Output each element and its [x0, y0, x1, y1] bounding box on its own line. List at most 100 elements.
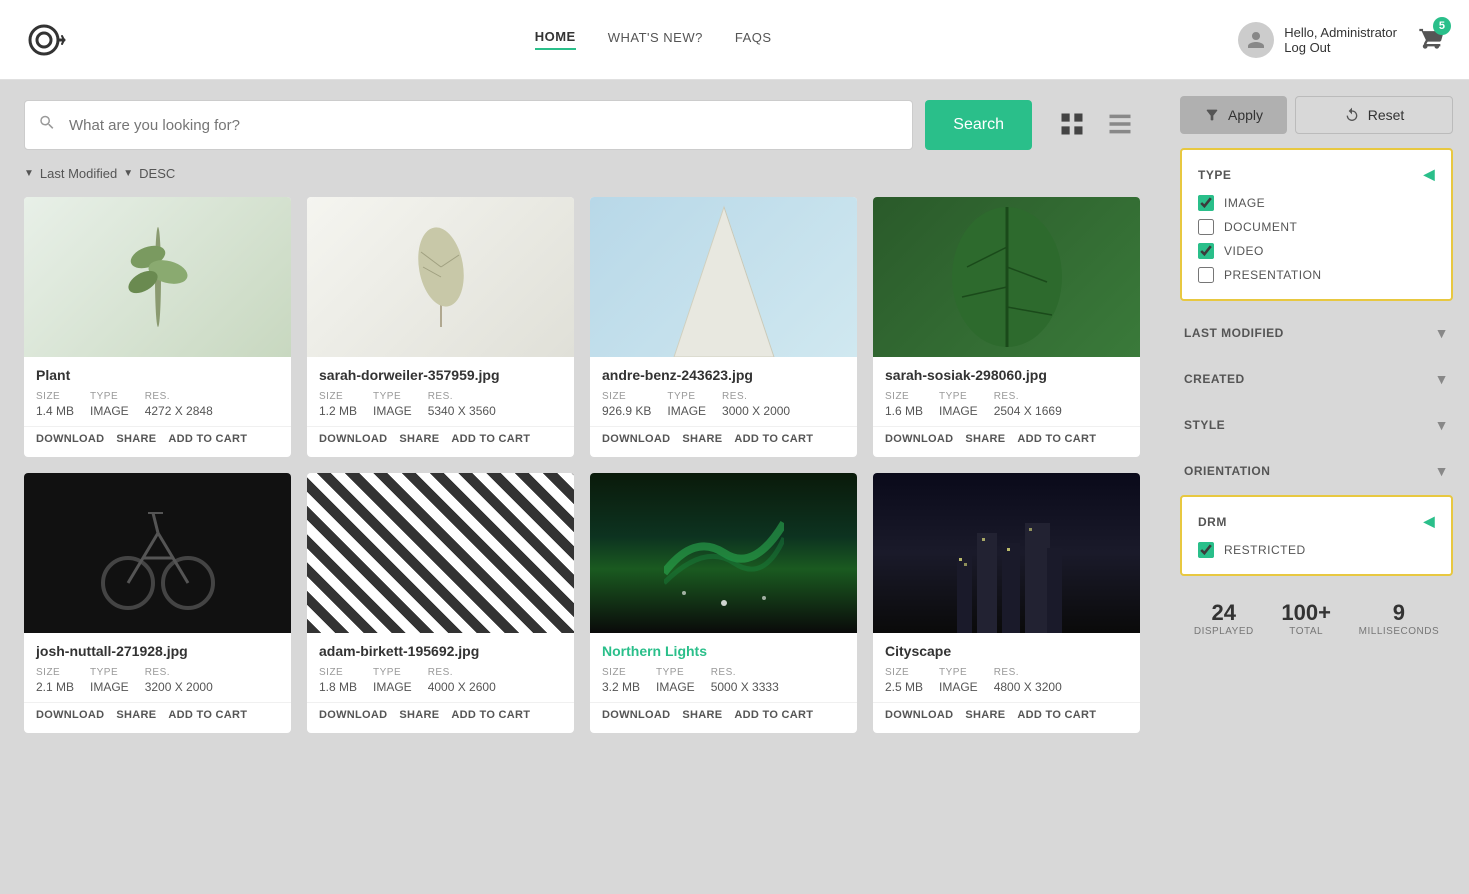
cart-icon[interactable]: 5 [1417, 23, 1445, 56]
share-button[interactable]: SHARE [399, 433, 439, 445]
media-card: andre-benz-243623.jpg SIZE926.9 KB TYPEI… [590, 197, 857, 457]
checkbox-item-document: DOCUMENT [1198, 219, 1435, 235]
media-actions: DOWNLOAD SHARE ADD TO CART [873, 702, 1140, 733]
image-checkbox[interactable] [1198, 195, 1214, 211]
media-actions: DOWNLOAD SHARE ADD TO CART [590, 702, 857, 733]
type-filter-section: TYPE ◀ IMAGE DOCUMENT VIDEO PRESENTATION [1180, 148, 1453, 301]
add-to-cart-button[interactable]: ADD TO CART [451, 433, 530, 445]
nav-faqs[interactable]: FAQS [735, 30, 772, 49]
add-to-cart-button[interactable]: ADD TO CART [734, 433, 813, 445]
checkbox-item-image: IMAGE [1198, 195, 1435, 211]
video-label[interactable]: VIDEO [1224, 244, 1264, 258]
apply-filter-button[interactable]: Apply [1180, 96, 1287, 134]
logo[interactable] [24, 18, 68, 62]
restricted-label[interactable]: Restricted [1224, 543, 1306, 557]
download-button[interactable]: DOWNLOAD [885, 433, 953, 445]
media-thumbnail [307, 197, 574, 357]
search-bar: Search [24, 100, 1140, 150]
search-input[interactable] [24, 100, 913, 150]
logout-link[interactable]: Log Out [1284, 40, 1397, 55]
media-title: andre-benz-243623.jpg [590, 357, 857, 387]
stat-displayed: 24 DISPLAYED [1194, 600, 1254, 637]
media-title: Northern Lights [590, 633, 857, 663]
media-title: sarah-dorweiler-357959.jpg [307, 357, 574, 387]
add-to-cart-button[interactable]: ADD TO CART [451, 709, 530, 721]
checkbox-item-presentation: PRESENTATION [1198, 267, 1435, 283]
media-thumbnail [24, 473, 291, 633]
orientation-filter-section: ORIENTATION ▼ [1180, 449, 1453, 493]
restricted-checkbox[interactable] [1198, 542, 1214, 558]
sort-bar: ▼ Last Modified ▼ DESC [24, 166, 1140, 181]
image-label[interactable]: IMAGE [1224, 196, 1265, 210]
media-thumbnail [307, 473, 574, 633]
search-input-wrap [24, 100, 913, 150]
media-grid: Plant SIZE1.4 MB TYPEIMAGE RES.4272 X 28… [24, 197, 1140, 733]
add-to-cart-button[interactable]: ADD TO CART [168, 709, 247, 721]
sort-field-select[interactable]: Last Modified [40, 166, 117, 181]
download-button[interactable]: DOWNLOAD [36, 433, 104, 445]
media-meta: SIZE926.9 KB TYPEIMAGE RES.3000 X 2000 [590, 387, 857, 426]
media-meta: SIZE1.8 MB TYPEIMAGE RES.4000 X 2600 [307, 663, 574, 702]
media-actions: DOWNLOAD SHARE ADD TO CART [24, 426, 291, 457]
download-button[interactable]: DOWNLOAD [36, 709, 104, 721]
document-label[interactable]: DOCUMENT [1224, 220, 1297, 234]
share-button[interactable]: SHARE [682, 433, 722, 445]
orientation-chevron: ▼ [1435, 463, 1449, 479]
last-modified-chevron: ▼ [1435, 325, 1449, 341]
share-button[interactable]: SHARE [682, 709, 722, 721]
sort-arrow-field: ▼ [24, 168, 34, 179]
checkbox-item-video: VIDEO [1198, 243, 1435, 259]
view-toggles [1052, 104, 1140, 147]
avatar [1238, 22, 1274, 58]
media-card: Plant SIZE1.4 MB TYPEIMAGE RES.4272 X 28… [24, 197, 291, 457]
download-button[interactable]: DOWNLOAD [602, 709, 670, 721]
sort-order-select[interactable]: DESC [139, 166, 175, 181]
share-button[interactable]: SHARE [116, 709, 156, 721]
share-button[interactable]: SHARE [965, 433, 1005, 445]
nav-home[interactable]: HOME [535, 29, 576, 50]
media-meta: SIZE1.4 MB TYPEIMAGE RES.4272 X 2848 [24, 387, 291, 426]
drm-filter-caret: ◀ [1424, 513, 1435, 530]
created-filter-title[interactable]: CREATED ▼ [1184, 371, 1449, 387]
share-button[interactable]: SHARE [399, 709, 439, 721]
search-button[interactable]: Search [925, 100, 1032, 150]
video-checkbox[interactable] [1198, 243, 1214, 259]
add-to-cart-button[interactable]: ADD TO CART [734, 709, 813, 721]
style-filter-title[interactable]: STYLE ▼ [1184, 417, 1449, 433]
list-view-button[interactable] [1100, 104, 1140, 147]
media-actions: DOWNLOAD SHARE ADD TO CART [307, 702, 574, 733]
grid-view-button[interactable] [1052, 104, 1092, 147]
media-title: Plant [24, 357, 291, 387]
reset-filter-button[interactable]: Reset [1295, 96, 1453, 134]
header: HOME WHAT'S NEW? FAQS Hello, Administrat… [0, 0, 1469, 80]
sort-arrow-order: ▼ [123, 168, 133, 179]
orientation-filter-title[interactable]: ORIENTATION ▼ [1184, 463, 1449, 479]
media-meta: SIZE2.5 MB TYPEIMAGE RES.4800 X 3200 [873, 663, 1140, 702]
media-meta: SIZE1.2 MB TYPEIMAGE RES.5340 X 3560 [307, 387, 574, 426]
download-button[interactable]: DOWNLOAD [319, 433, 387, 445]
share-button[interactable]: SHARE [965, 709, 1005, 721]
media-title: adam-birkett-195692.jpg [307, 633, 574, 663]
search-icon [38, 114, 56, 137]
presentation-label[interactable]: PRESENTATION [1224, 268, 1322, 282]
add-to-cart-button[interactable]: ADD TO CART [168, 433, 247, 445]
nav-whats-new[interactable]: WHAT'S NEW? [608, 30, 703, 49]
media-thumbnail [24, 197, 291, 357]
download-button[interactable]: DOWNLOAD [602, 433, 670, 445]
download-button[interactable]: DOWNLOAD [885, 709, 953, 721]
presentation-checkbox[interactable] [1198, 267, 1214, 283]
media-actions: DOWNLOAD SHARE ADD TO CART [873, 426, 1140, 457]
add-to-cart-button[interactable]: ADD TO CART [1017, 709, 1096, 721]
right-sidebar: Apply Reset TYPE ◀ IMAGE DOCUMENT [1164, 80, 1469, 753]
media-meta: SIZE2.1 MB TYPEIMAGE RES.3200 X 2000 [24, 663, 291, 702]
style-filter-section: STYLE ▼ [1180, 403, 1453, 447]
drm-filter-section: DRM ◀ Restricted [1180, 495, 1453, 576]
add-to-cart-button[interactable]: ADD TO CART [1017, 433, 1096, 445]
share-button[interactable]: SHARE [116, 433, 156, 445]
download-button[interactable]: DOWNLOAD [319, 709, 387, 721]
created-filter-section: CREATED ▼ [1180, 357, 1453, 401]
last-modified-filter-title[interactable]: LAST MODIFIED ▼ [1184, 325, 1449, 341]
media-card: sarah-dorweiler-357959.jpg SIZE1.2 MB TY… [307, 197, 574, 457]
document-checkbox[interactable] [1198, 219, 1214, 235]
user-greeting: Hello, Administrator [1284, 25, 1397, 40]
